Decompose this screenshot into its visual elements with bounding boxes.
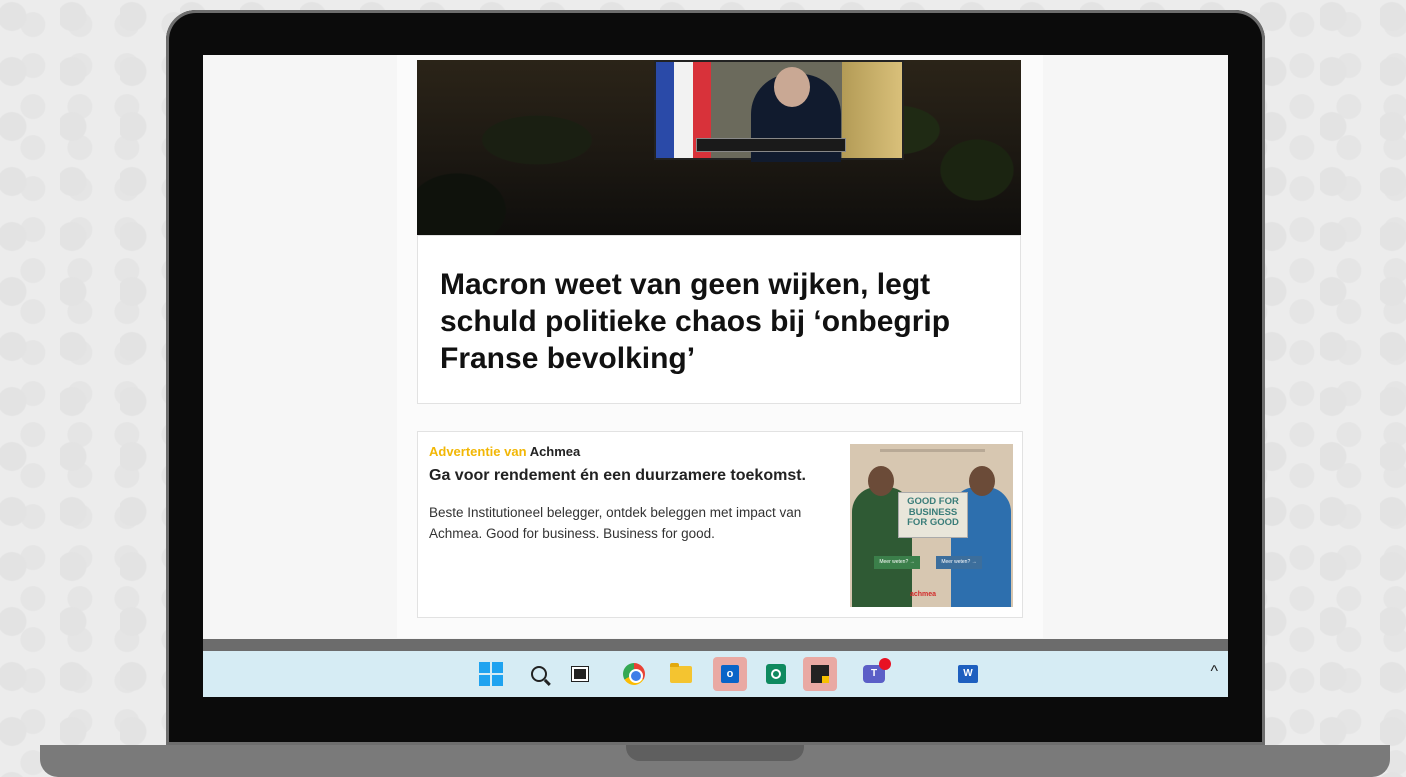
green-app-icon[interactable]	[763, 661, 789, 687]
task-view-icon[interactable]	[567, 661, 593, 687]
outlook-icon[interactable]: o	[713, 657, 747, 691]
teams-icon[interactable]: T	[861, 658, 891, 687]
screen: Macron weet van geen wijken, legt schuld…	[203, 55, 1228, 697]
ad-body: Beste Institutioneel belegger, ontdek be…	[429, 505, 802, 541]
word-icon[interactable]: W	[955, 661, 981, 687]
person-left-head	[868, 466, 894, 496]
tv-caption-bar	[696, 138, 846, 152]
ad-image-button-left: Meer weten? →	[874, 556, 920, 569]
speaker-face	[774, 67, 810, 107]
gold-wall	[842, 62, 902, 158]
ad-label-prefix: Advertentie van	[429, 444, 527, 459]
windows-start-icon[interactable]	[478, 661, 504, 687]
tv-screen	[654, 60, 904, 162]
sticky-notes-icon[interactable]	[803, 657, 837, 691]
achmea-logo: achmea	[910, 591, 937, 598]
laptop-notch	[626, 745, 804, 761]
ad-advertiser: Achmea	[529, 444, 581, 459]
article-hero-image[interactable]	[417, 60, 1021, 235]
chevron-up-icon[interactable]: ^	[1210, 663, 1218, 681]
taskbar: o T W ^	[203, 651, 1228, 697]
article-card[interactable]: Macron weet van geen wijken, legt schuld…	[417, 235, 1021, 404]
ad-card[interactable]: Advertentie van Achmea Ga voor rendement…	[417, 431, 1023, 618]
ad-image[interactable]: GOOD FOR BUSINESS FOR GOOD Meer weten? →…	[850, 444, 1013, 607]
ad-title[interactable]: Ga voor rendement én een duurzamere toek…	[429, 467, 806, 485]
ad-image-button-right: Meer weten? →	[936, 556, 982, 569]
window-bottom-bar	[203, 639, 1228, 651]
file-explorer-icon[interactable]	[668, 661, 694, 687]
article-headline[interactable]: Macron weet van geen wijken, legt schuld…	[440, 266, 1000, 377]
search-icon[interactable]	[526, 661, 552, 687]
person-right-head	[969, 466, 995, 496]
ad-image-fineprint	[880, 449, 985, 452]
chrome-icon[interactable]	[621, 661, 647, 687]
ad-label: Advertentie van Achmea	[429, 444, 580, 459]
good-for-business-sign: GOOD FOR BUSINESS FOR GOOD	[898, 492, 968, 538]
